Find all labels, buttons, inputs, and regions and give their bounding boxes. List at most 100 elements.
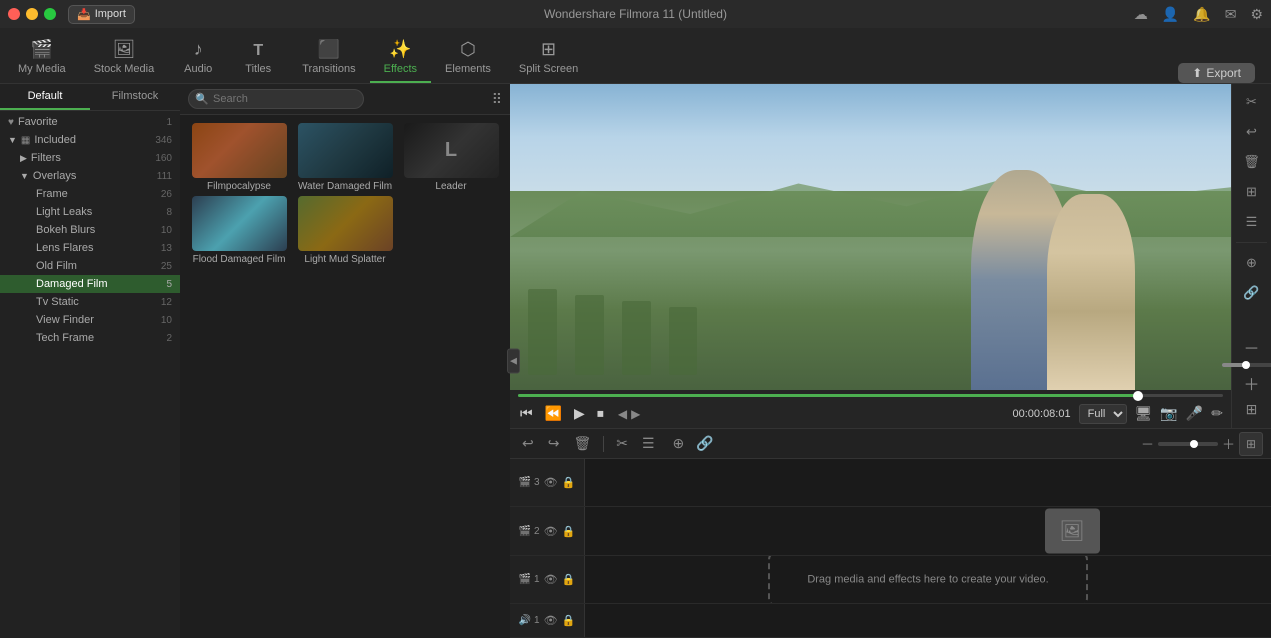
- frame-back-button[interactable]: ⏪: [543, 403, 564, 424]
- tool-crop[interactable]: ⊞: [1237, 180, 1267, 204]
- sidebar-item-favorite[interactable]: ♥ Favorite 1: [0, 113, 180, 131]
- tab-filmstock[interactable]: Filmstock: [90, 84, 180, 110]
- effect-thumb-flood-damaged[interactable]: Flood Damaged Film: [188, 196, 290, 265]
- hide-panel-button[interactable]: ◀: [507, 349, 520, 374]
- sidebar-item-lens-flares[interactable]: Lens Flares 13: [0, 239, 180, 257]
- effects-search-input[interactable]: [188, 89, 364, 109]
- sidebar-item-bokeh-blurs[interactable]: Bokeh Blurs 10: [0, 221, 180, 239]
- export-label: Export: [1206, 66, 1241, 80]
- nav-split-screen-label: Split Screen: [519, 63, 578, 75]
- tool-redo[interactable]: ↩: [1237, 120, 1267, 144]
- nav-my-media[interactable]: 🎬 My Media: [4, 35, 80, 83]
- track-lock-audio-1[interactable]: 🔒: [562, 614, 576, 627]
- track-eye-1[interactable]: 👁: [544, 573, 558, 586]
- monitor-icon[interactable]: 🖥: [1135, 405, 1153, 422]
- track-eye-3[interactable]: 👁: [544, 476, 558, 489]
- sidebar-item-view-finder[interactable]: View Finder 10: [0, 311, 180, 329]
- window-controls: [8, 8, 56, 20]
- tool-link[interactable]: 🔗: [1237, 281, 1267, 305]
- sidebar-item-overlays[interactable]: ▼ Overlays 111: [0, 167, 180, 185]
- nav-elements[interactable]: ⬡ Elements: [431, 35, 505, 83]
- tl-zoom-in-icon[interactable]: ＋: [1222, 434, 1235, 453]
- grid-view-btn[interactable]: ⊞: [1246, 401, 1258, 418]
- track-lock-2[interactable]: 🔒: [562, 525, 576, 538]
- tool-list[interactable]: ☰: [1237, 210, 1267, 234]
- track-body-2[interactable]: 🖼: [585, 507, 1271, 554]
- media-drag-icon: 🖼: [1059, 519, 1084, 544]
- track-num-audio-1: 🔊 1: [519, 615, 540, 626]
- tl-split[interactable]: ✂: [612, 433, 632, 454]
- track-body-1[interactable]: Drag media and effects here to create yo…: [585, 556, 1271, 603]
- sidebar-category-list: ♥ Favorite 1 ▼ ▦ Included 346 ▶ Filters …: [0, 111, 180, 638]
- titles-icon: T: [253, 42, 263, 60]
- titlebar: 📥 Import Wondershare Filmora 11 (Untitle…: [0, 0, 1271, 28]
- track-body-3[interactable]: [585, 459, 1271, 506]
- nav-stock-media[interactable]: 🖼 Stock Media: [80, 35, 169, 83]
- cloud-icon[interactable]: ☁: [1134, 6, 1148, 23]
- nav-titles[interactable]: T Titles: [228, 38, 288, 83]
- effect-thumb-water-damaged[interactable]: Water Damaged Film: [294, 123, 396, 192]
- sidebar-item-old-film[interactable]: Old Film 25: [0, 257, 180, 275]
- notification-icon[interactable]: 🔔: [1193, 6, 1210, 23]
- tl-delete[interactable]: 🗑: [569, 433, 595, 454]
- sidebar-item-tech-frame[interactable]: Tech Frame 2: [0, 329, 180, 347]
- effects-grid: Filmpocalypse Water Damaged Film L Leade…: [180, 115, 510, 638]
- nav-right-icon[interactable]: ▶: [631, 407, 640, 421]
- effect-thumb-leader[interactable]: L Leader: [400, 123, 502, 192]
- sidebar-item-damaged-film[interactable]: Damaged Film 5: [0, 275, 180, 293]
- track-lock-3[interactable]: 🔒: [562, 476, 576, 489]
- nav-effects[interactable]: ✨ Effects: [370, 35, 431, 83]
- zoom-in-icon[interactable]: ＋: [1243, 371, 1259, 395]
- tool-scissors[interactable]: ✂: [1237, 90, 1267, 114]
- tl-zoom-out-icon[interactable]: －: [1141, 434, 1154, 453]
- grid-layout-button[interactable]: ⠿: [492, 91, 502, 108]
- tool-add-track[interactable]: ⊕: [1237, 251, 1267, 275]
- tl-grid-button[interactable]: ⊞: [1239, 432, 1263, 456]
- zoom-out-icon[interactable]: －: [1243, 335, 1259, 359]
- sidebar-item-light-leaks[interactable]: Light Leaks 8: [0, 203, 180, 221]
- minimize-button[interactable]: [26, 8, 38, 20]
- sidebar-item-included[interactable]: ▼ ▦ Included 346: [0, 131, 180, 149]
- nav-audio[interactable]: ♪ Audio: [168, 35, 228, 83]
- quality-select[interactable]: Full 1/2 1/4: [1079, 404, 1127, 424]
- play-button[interactable]: ▶: [572, 403, 587, 424]
- sidebar-item-frame[interactable]: Frame 26: [0, 185, 180, 203]
- stop-button[interactable]: ⏹: [595, 403, 606, 424]
- expand-icon: ▼: [8, 135, 17, 145]
- tl-list[interactable]: ☰: [638, 433, 659, 454]
- track-lock-1[interactable]: 🔒: [562, 573, 576, 586]
- track-body-audio-1[interactable]: [585, 604, 1271, 637]
- maximize-button[interactable]: [44, 8, 56, 20]
- email-icon[interactable]: ✉: [1225, 6, 1237, 23]
- progress-bar[interactable]: [518, 394, 1223, 397]
- track-eye-audio-1[interactable]: 👁: [544, 614, 558, 627]
- stock-media-icon: 🖼: [113, 39, 136, 60]
- close-button[interactable]: [8, 8, 20, 20]
- nav-split-screen[interactable]: ⊞ Split Screen: [505, 35, 592, 83]
- sidebar-item-tv-static[interactable]: Tv Static 12: [0, 293, 180, 311]
- import-button[interactable]: 📥 Import: [68, 5, 135, 24]
- nav-transitions[interactable]: ⬛ Transitions: [288, 35, 369, 83]
- track-eye-2[interactable]: 👁: [544, 525, 558, 538]
- screenshot-icon[interactable]: 📷: [1160, 405, 1177, 422]
- effect-thumb-filmpocalypse[interactable]: Filmpocalypse: [188, 123, 290, 192]
- tl-redo[interactable]: ↪: [544, 433, 564, 454]
- zoom-slider[interactable]: [1222, 363, 1271, 367]
- export-button[interactable]: ⬆ Export: [1178, 63, 1255, 83]
- tl-add-track[interactable]: ⊕: [669, 433, 689, 454]
- tl-undo[interactable]: ↩: [518, 433, 538, 454]
- sidebar-item-filters[interactable]: ▶ Filters 160: [0, 149, 180, 167]
- nav-left-icon[interactable]: ◀: [618, 407, 627, 421]
- settings-icon[interactable]: ⚙: [1250, 6, 1263, 23]
- filters-expand-icon: ▶: [20, 153, 27, 164]
- account-icon[interactable]: 👤: [1162, 6, 1179, 23]
- tool-delete[interactable]: 🗑: [1237, 150, 1267, 174]
- mic-icon[interactable]: 🎤: [1186, 405, 1203, 422]
- tl-zoom-slider[interactable]: [1158, 442, 1218, 446]
- tab-default[interactable]: Default: [0, 84, 90, 110]
- tl-link[interactable]: 🔗: [692, 433, 717, 454]
- skip-back-button[interactable]: ⏮: [518, 403, 535, 424]
- my-media-icon: 🎬: [31, 39, 53, 60]
- effect-thumb-light-mud[interactable]: Light Mud Splatter: [294, 196, 396, 265]
- track-header-3: 🎬 3 👁 🔒: [510, 459, 585, 506]
